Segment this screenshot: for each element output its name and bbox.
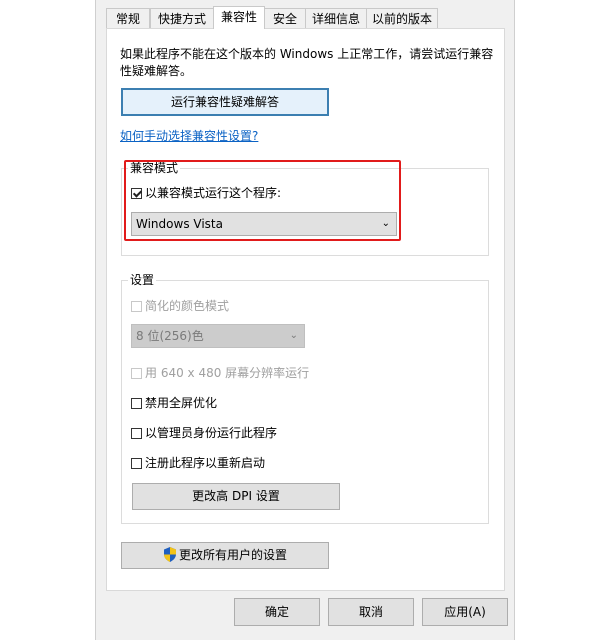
settings-legend: 设置	[128, 273, 157, 287]
reduced-color-checkbox[interactable]	[131, 301, 142, 312]
ok-button[interactable]: 确定	[234, 598, 320, 626]
cancel-button[interactable]: 取消	[328, 598, 414, 626]
tab-previous-versions[interactable]: 以前的版本	[366, 8, 438, 28]
register-restart-label: 注册此程序以重新启动	[145, 456, 266, 470]
register-restart-checkbox[interactable]	[131, 458, 142, 469]
manual-settings-link[interactable]: 如何手动选择兼容性设置?	[120, 127, 258, 144]
change-all-users-button[interactable]: 更改所有用户的设置	[121, 542, 329, 569]
tab-compatibility[interactable]: 兼容性	[213, 6, 265, 29]
run-as-admin-checkbox[interactable]	[131, 428, 142, 439]
register-restart-row[interactable]: 注册此程序以重新启动	[131, 455, 265, 471]
tab-details[interactable]: 详细信息	[305, 8, 367, 28]
highlight-box	[124, 160, 401, 241]
reduced-color-row[interactable]: 简化的颜色模式	[131, 298, 229, 314]
uac-shield-icon	[163, 546, 177, 571]
run-as-admin-row[interactable]: 以管理员身份运行此程序	[131, 425, 277, 441]
run-640-label: 用 640 x 480 屏幕分辨率运行	[145, 366, 310, 380]
tab-security[interactable]: 安全	[264, 8, 306, 28]
run-as-admin-label: 以管理员身份运行此程序	[145, 426, 278, 440]
disable-fullscreen-row[interactable]: 禁用全屏优化	[131, 395, 217, 411]
color-depth-value: 8 位(256)色	[136, 329, 204, 343]
tab-general[interactable]: 常规	[106, 8, 150, 28]
run-troubleshooter-button[interactable]: 运行兼容性疑难解答	[121, 88, 329, 116]
change-all-users-label: 更改所有用户的设置	[178, 548, 287, 562]
run-640-checkbox[interactable]	[131, 368, 142, 379]
disable-fullscreen-checkbox[interactable]	[131, 398, 142, 409]
troubleshoot-description: 如果此程序不能在这个版本的 Windows 上正常工作，请尝试运行兼容性疑难解答…	[120, 47, 494, 78]
tab-shortcut[interactable]: 快捷方式	[150, 8, 214, 28]
properties-window: 常规 快捷方式 兼容性 安全 详细信息 以前的版本 如果此程序不能在这个版本的 …	[95, 0, 515, 640]
change-dpi-button[interactable]: 更改高 DPI 设置	[132, 483, 340, 510]
disable-fullscreen-label: 禁用全屏优化	[145, 396, 218, 410]
color-depth-dropdown[interactable]: 8 位(256)色 ⌄	[131, 324, 305, 348]
chevron-down-icon: ⌄	[289, 330, 298, 341]
apply-button[interactable]: 应用(A)	[422, 598, 508, 626]
compatibility-panel: 如果此程序不能在这个版本的 Windows 上正常工作，请尝试运行兼容性疑难解答…	[106, 28, 505, 591]
reduced-color-label: 简化的颜色模式	[145, 299, 230, 313]
run-640-row[interactable]: 用 640 x 480 屏幕分辨率运行	[131, 365, 309, 381]
